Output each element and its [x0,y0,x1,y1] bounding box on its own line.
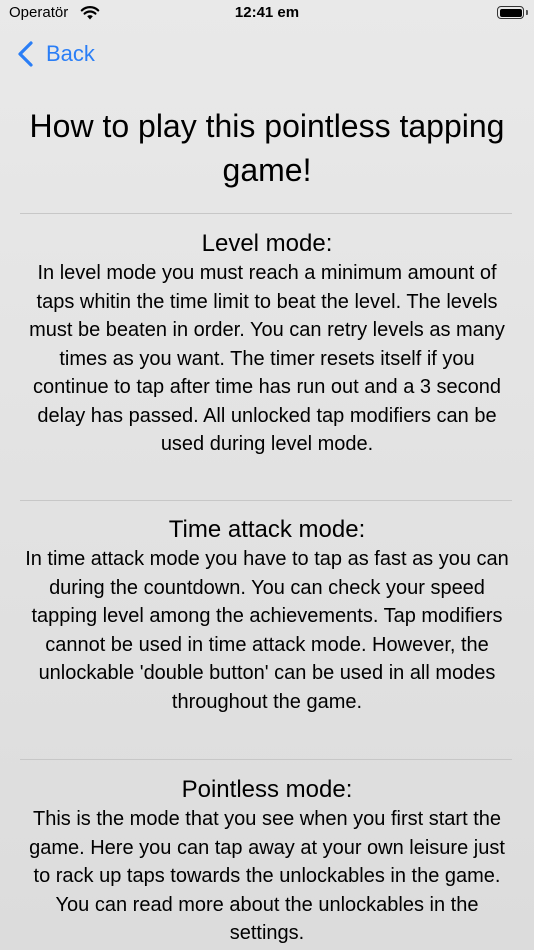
battery-tip [526,10,528,15]
back-button[interactable]: Back [16,38,95,70]
back-label: Back [46,41,95,66]
section-pointless-mode: Pointless mode: This is the mode that yo… [20,775,514,948]
status-bar: Operatör 12:41 em [0,0,534,30]
section-time-attack-mode: Time attack mode: In time attack mode yo… [20,515,514,716]
battery-icon [497,6,524,19]
chevron-left-icon [18,41,33,67]
status-time: 12:41 em [234,4,300,21]
divider [20,759,512,760]
section-body: In time attack mode you have to tap as f… [25,548,509,713]
section-heading: Level mode: [201,230,333,257]
divider [20,500,512,501]
section-level-mode: Level mode: In level mode you must reach… [20,229,514,459]
section-body: This is the mode that you see when you f… [29,808,505,944]
page-title: How to play this pointless tapping game! [29,108,505,188]
section-heading: Pointless mode: [181,776,353,803]
section-body: In level mode you must reach a minimum a… [29,262,505,455]
battery-level [499,8,522,17]
divider [20,213,512,214]
section-heading: Time attack mode: [168,516,366,543]
